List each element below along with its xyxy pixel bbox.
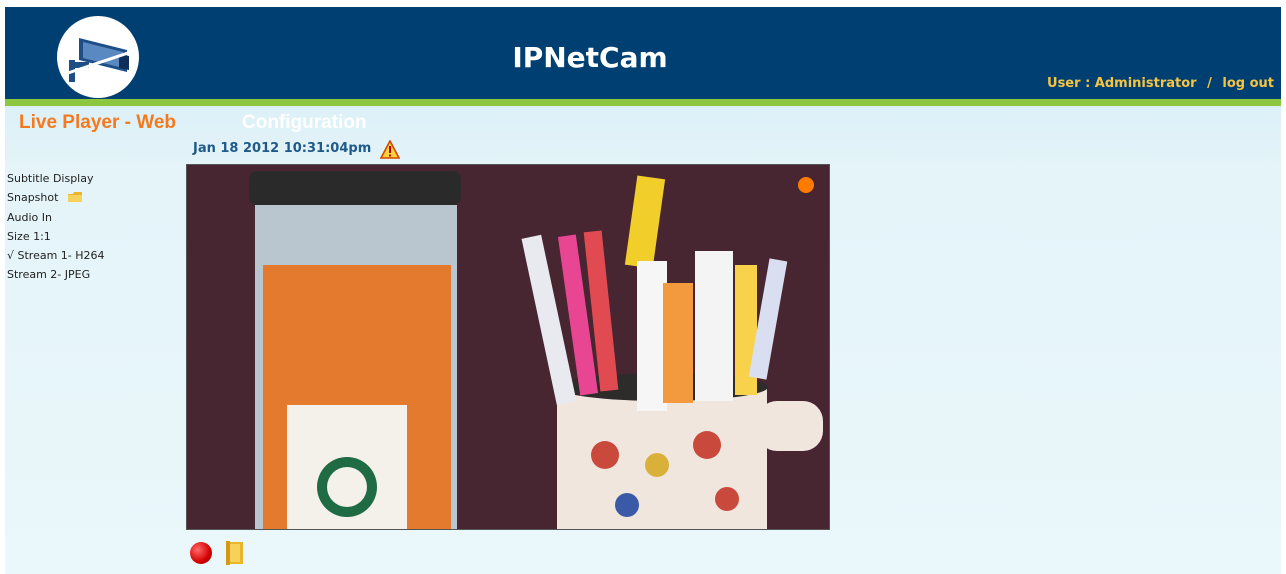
folder-icon[interactable] [224,540,246,570]
menu-size[interactable]: Size 1:1 [7,227,105,246]
folder-icon[interactable] [67,189,82,208]
separator: / [1207,76,1212,91]
tab-live-player[interactable]: Live Player - Web [19,112,176,134]
live-video[interactable] [186,164,830,530]
logout-link[interactable]: log out [1222,76,1274,91]
side-menu: Subtitle Display Snapshot Audio In Size … [7,169,105,284]
recording-indicator [798,177,814,193]
record-icon[interactable] [190,542,212,564]
menu-snapshot-label: Snapshot [7,191,59,204]
menu-subtitle-display[interactable]: Subtitle Display [7,169,105,188]
user-bar: User : Administrator / log out [1047,76,1274,91]
menu-stream-1[interactable]: √ Stream 1- H264 [7,246,105,265]
tab-configuration[interactable]: Configuration [242,112,367,134]
warning-icon[interactable] [379,139,401,163]
menu-stream-2[interactable]: Stream 2- JPEG [7,265,105,284]
user-label: User : Administrator [1047,76,1197,91]
app-title: IPNetCam [512,41,668,74]
menu-snapshot[interactable]: Snapshot [7,188,105,208]
timestamp: Jan 18 2012 10:31:04pm [193,141,372,156]
menu-audio-in[interactable]: Audio In [7,208,105,227]
header-bar: IPNetCam User : Administrator / log out [5,7,1281,99]
accent-bar [5,99,1281,106]
